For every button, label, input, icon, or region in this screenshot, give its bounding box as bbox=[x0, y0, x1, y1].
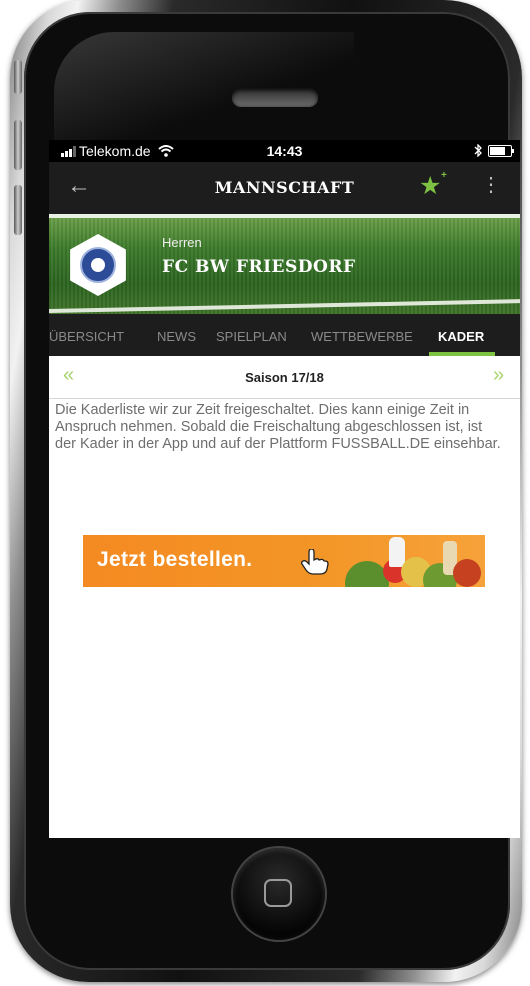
season-label: Saison 17/18 bbox=[245, 370, 324, 385]
volume-down-button bbox=[14, 185, 22, 235]
tab-uebersicht[interactable]: ÜBERSICHT bbox=[49, 329, 124, 344]
team-category: Herren bbox=[162, 235, 202, 250]
home-square-icon bbox=[264, 879, 292, 907]
pitch-line-bottom bbox=[49, 298, 520, 314]
mute-switch bbox=[14, 60, 22, 94]
ad-banner-text: Jetzt bestellen. bbox=[97, 548, 253, 571]
team-header: Herren FC BW FRIESDORF bbox=[49, 214, 520, 314]
page-title: MANNSCHAFT bbox=[214, 178, 355, 197]
double-chevron-right-icon[interactable]: » bbox=[493, 365, 504, 385]
tab-kader[interactable]: KADER bbox=[438, 329, 484, 344]
ad-banner[interactable]: Jetzt bestellen. bbox=[83, 535, 485, 587]
status-bar: Telekom.de 14:43 bbox=[49, 140, 520, 162]
volume-up-button bbox=[14, 120, 22, 170]
kader-info-text: Die Kaderliste wir zur Zeit freigeschalt… bbox=[55, 402, 501, 452]
hand-cursor-icon bbox=[301, 549, 329, 575]
app-screen: Telekom.de 14:43 ← MANNSCHAFT ★ + ⋮ Herr… bbox=[49, 140, 520, 838]
status-right bbox=[474, 144, 514, 157]
plus-icon: + bbox=[441, 170, 447, 181]
app-bar: ← MANNSCHAFT ★ + ⋮ bbox=[49, 162, 520, 214]
crest-emblem bbox=[80, 247, 116, 283]
battery-fill bbox=[490, 146, 506, 155]
pepper-shape bbox=[453, 559, 481, 587]
status-time: 14:43 bbox=[266, 143, 303, 159]
tab-bar: ÜBERSICHT NEWS SPIELPLAN WETTBEWERBE KAD… bbox=[49, 314, 520, 356]
team-crest bbox=[70, 234, 126, 296]
team-name: FC BW FRIESDORF bbox=[162, 257, 356, 277]
earpiece-speaker bbox=[232, 88, 318, 106]
pitch-line-top bbox=[49, 214, 520, 218]
milk-bottle-shape bbox=[389, 537, 405, 567]
tab-news[interactable]: NEWS bbox=[157, 329, 196, 344]
tab-spielplan[interactable]: SPIELPLAN bbox=[216, 329, 287, 344]
star-add-icon[interactable]: ★ bbox=[419, 173, 441, 199]
crest-core bbox=[91, 258, 105, 272]
battery-icon bbox=[488, 144, 514, 157]
home-button[interactable] bbox=[233, 848, 325, 940]
bluetooth-icon bbox=[474, 144, 482, 157]
season-selector: « Saison 17/18 » bbox=[49, 356, 520, 399]
more-vertical-icon[interactable]: ⋮ bbox=[481, 175, 501, 195]
tab-wettbewerbe[interactable]: WETTBEWERBE bbox=[311, 329, 413, 344]
